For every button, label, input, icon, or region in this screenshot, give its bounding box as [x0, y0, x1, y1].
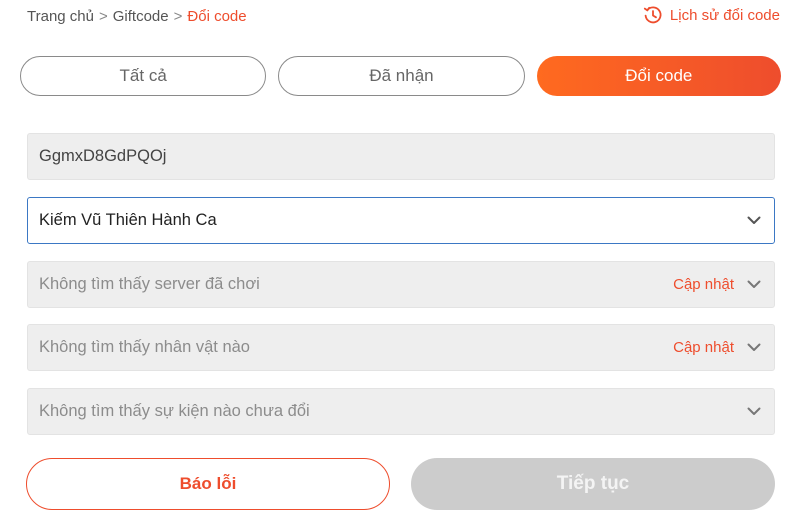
event-select-placeholder: Không tìm thấy sự kiện nào chưa đổi	[39, 402, 310, 420]
chevron-down-icon	[746, 277, 762, 293]
tab-bar: Tất cả Đã nhận Đổi code	[20, 56, 781, 96]
history-link[interactable]: Lịch sử đổi code	[643, 4, 780, 26]
redeem-form: GgmxD8GdPQOj Kiếm Vũ Thiên Hành Ca Không…	[0, 118, 800, 516]
breadcrumb-separator: >	[98, 7, 108, 25]
event-select[interactable]: Không tìm thấy sự kiện nào chưa đổi	[27, 388, 775, 435]
breadcrumb: Trang chủ > Giftcode > Đổi code	[27, 6, 247, 26]
code-input-value: GgmxD8GdPQOj	[39, 147, 167, 165]
character-select-placeholder: Không tìm thấy nhân vật nào	[39, 338, 250, 356]
chevron-down-icon	[746, 340, 762, 356]
game-select[interactable]: Kiếm Vũ Thiên Hành Ca	[27, 197, 775, 244]
character-refresh-link[interactable]: Cập nhật	[673, 339, 734, 356]
history-link-label: Lịch sử đổi code	[669, 6, 780, 24]
tab-redeem-code[interactable]: Đổi code	[536, 56, 781, 96]
header-area: Trang chủ > Giftcode > Đổi code Lịch sử …	[0, 0, 800, 118]
server-refresh-link[interactable]: Cập nhật	[673, 276, 734, 293]
history-clock-icon	[643, 5, 663, 25]
continue-button[interactable]: Tiếp tục	[411, 458, 775, 510]
game-select-value: Kiếm Vũ Thiên Hành Ca	[39, 211, 217, 229]
character-select[interactable]: Không tìm thấy nhân vật nào Cập nhật	[27, 324, 775, 371]
tab-received[interactable]: Đã nhận	[278, 56, 525, 96]
server-select-placeholder: Không tìm thấy server đã chơi	[39, 275, 260, 293]
chevron-down-icon	[746, 404, 762, 420]
breadcrumb-giftcode[interactable]: Giftcode	[113, 8, 169, 25]
chevron-down-icon	[746, 213, 762, 229]
tab-all[interactable]: Tất cả	[20, 56, 267, 96]
breadcrumb-home[interactable]: Trang chủ	[27, 8, 94, 25]
server-select[interactable]: Không tìm thấy server đã chơi Cập nhật	[27, 261, 775, 308]
report-error-button[interactable]: Báo lỗi	[26, 458, 390, 510]
code-input[interactable]: GgmxD8GdPQOj	[27, 133, 775, 180]
breadcrumb-current: Đổi code	[187, 7, 247, 25]
breadcrumb-separator: >	[173, 7, 183, 25]
